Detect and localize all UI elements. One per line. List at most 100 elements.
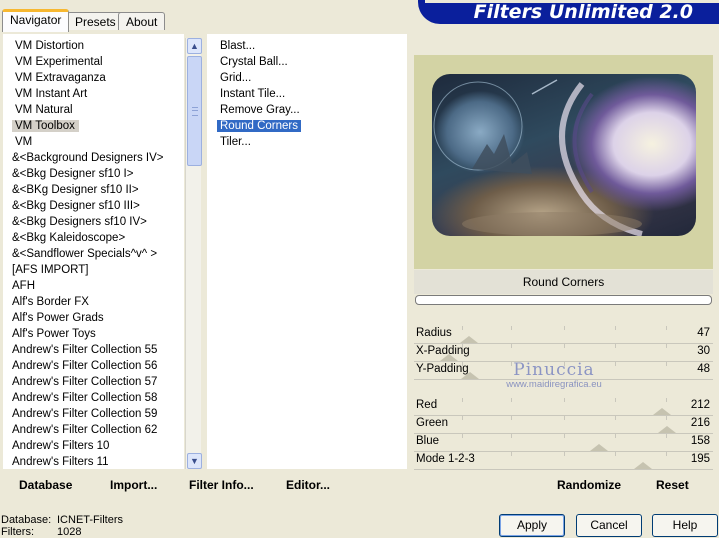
category-item[interactable]: &<Bkg Designers sf10 IV> bbox=[3, 214, 184, 230]
filter-list[interactable]: Blast... Crystal Ball... Grid... Instant Ti… bbox=[207, 34, 407, 469]
category-item[interactable]: VM bbox=[3, 134, 184, 150]
category-item-label: Andrew's Filter Collection 62 bbox=[12, 424, 158, 436]
category-item-label: Andrew's Filter Collection 58 bbox=[12, 392, 158, 404]
filter-item-label: Grid... bbox=[220, 72, 252, 84]
slider-thumb[interactable] bbox=[633, 462, 652, 469]
help-button[interactable]: Help bbox=[652, 514, 718, 537]
param-value: 216 bbox=[690, 417, 710, 429]
param-value: 30 bbox=[697, 345, 710, 357]
param-value: 195 bbox=[690, 453, 710, 465]
category-item[interactable]: Andrew's Filters 10 bbox=[3, 438, 184, 454]
slider-thumb[interactable] bbox=[653, 408, 672, 415]
filter-item[interactable]: Tiler... bbox=[207, 134, 407, 150]
category-item-label: Andrew's Filters 11 bbox=[12, 456, 109, 468]
reset-link[interactable]: Reset bbox=[656, 478, 689, 492]
category-item[interactable]: Andrew's Filter Collection 59 bbox=[3, 406, 184, 422]
param-slider[interactable]: Blue 158 bbox=[414, 434, 713, 452]
scroll-thumb[interactable] bbox=[187, 56, 202, 166]
category-item[interactable]: VM Extravaganza bbox=[3, 70, 184, 86]
category-item[interactable]: Andrew's Filters 11 bbox=[3, 454, 184, 469]
cancel-button[interactable]: Cancel bbox=[576, 514, 642, 537]
status-filters-value: 1028 bbox=[57, 526, 82, 538]
category-item-label: Andrew's Filter Collection 56 bbox=[12, 360, 158, 372]
param-value: 158 bbox=[690, 435, 710, 447]
slider-thumb[interactable] bbox=[658, 426, 677, 433]
watermark-url: www.maidiregrafica.eu bbox=[506, 379, 602, 390]
category-item[interactable]: VM Natural bbox=[3, 102, 184, 118]
tab-presets[interactable]: Presets bbox=[67, 12, 124, 30]
category-item[interactable]: Alf's Border FX bbox=[3, 294, 184, 310]
slider-tick bbox=[564, 452, 565, 456]
database-link[interactable]: Database bbox=[19, 478, 72, 492]
category-item[interactable]: Alf's Power Toys bbox=[3, 326, 184, 342]
filter-item-label: Tiler... bbox=[220, 136, 251, 148]
filter-item[interactable]: Remove Gray... bbox=[207, 102, 407, 118]
param-label: Red bbox=[416, 399, 438, 411]
category-item[interactable]: VM Toolbox bbox=[3, 118, 184, 134]
slider-thumb[interactable] bbox=[590, 444, 609, 451]
filter-info-link[interactable]: Filter Info... bbox=[189, 478, 254, 492]
slider-tick bbox=[615, 398, 616, 402]
filter-item-label: Remove Gray... bbox=[220, 104, 300, 116]
category-item[interactable]: Andrew's Filter Collection 58 bbox=[3, 390, 184, 406]
slider-thumb[interactable] bbox=[461, 372, 480, 379]
category-item[interactable]: VM Distortion bbox=[3, 38, 184, 54]
filter-item[interactable]: Crystal Ball... bbox=[207, 54, 407, 70]
category-item[interactable]: &<Bkg Designer sf10 I> bbox=[3, 166, 184, 182]
category-item[interactable]: &<BKg Designer sf10 II> bbox=[3, 182, 184, 198]
category-item[interactable]: VM Instant Art bbox=[3, 86, 184, 102]
category-item[interactable]: VM Experimental bbox=[3, 54, 184, 70]
editor-link[interactable]: Editor... bbox=[286, 478, 330, 492]
category-item[interactable]: Andrew's Filter Collection 55 bbox=[3, 342, 184, 358]
param-slider[interactable]: Y-Padding 48 bbox=[414, 362, 713, 380]
param-slider[interactable]: Radius 47 bbox=[414, 326, 713, 344]
status-database-value: ICNET-Filters bbox=[57, 514, 123, 526]
preview-caption: Round Corners bbox=[414, 270, 713, 294]
tab-navigator[interactable]: Navigator bbox=[2, 9, 70, 32]
slider-thumb[interactable] bbox=[440, 354, 459, 361]
category-item[interactable]: &<Background Designers IV> bbox=[3, 150, 184, 166]
category-item[interactable]: Alf's Power Grads bbox=[3, 310, 184, 326]
slider-thumb[interactable] bbox=[460, 336, 479, 343]
param-slider[interactable]: Green 216 bbox=[414, 416, 713, 434]
filter-item[interactable]: Round Corners bbox=[207, 118, 407, 134]
category-item-label: AFH bbox=[12, 280, 35, 292]
filter-item[interactable]: Grid... bbox=[207, 70, 407, 86]
scroll-up-button[interactable]: ▲ bbox=[187, 38, 202, 54]
filter-item[interactable]: Instant Tile... bbox=[207, 86, 407, 102]
slider-ticks bbox=[414, 326, 713, 330]
import-link[interactable]: Import... bbox=[110, 478, 157, 492]
category-item-label: Alf's Power Toys bbox=[12, 328, 96, 340]
status-database: Database: ICNET-Filters bbox=[1, 514, 123, 526]
param-slider[interactable]: X-Padding 30 bbox=[414, 344, 713, 362]
category-scrollbar[interactable]: ▲ ▼ bbox=[185, 38, 202, 469]
category-item[interactable]: Andrew's Filter Collection 62 bbox=[3, 422, 184, 438]
filter-item[interactable]: Blast... bbox=[207, 38, 407, 54]
category-item-label: VM Toolbox bbox=[12, 120, 79, 132]
slider-tick bbox=[564, 398, 565, 402]
category-item[interactable]: Andrew's Filter Collection 56 bbox=[3, 358, 184, 374]
category-item[interactable]: Andrew's Filter Collection 57 bbox=[3, 374, 184, 390]
tab-about[interactable]: About bbox=[118, 12, 166, 30]
slider-track[interactable] bbox=[414, 379, 713, 380]
category-item[interactable]: &<Sandflower Specials^v^ > bbox=[3, 246, 184, 262]
param-value: 48 bbox=[697, 363, 710, 375]
param-slider[interactable]: Red 212 bbox=[414, 398, 713, 416]
category-item[interactable]: &<Bkg Designer sf10 III> bbox=[3, 198, 184, 214]
param-label: Blue bbox=[416, 435, 440, 447]
slider-track[interactable] bbox=[414, 469, 713, 470]
randomize-link[interactable]: Randomize bbox=[557, 478, 621, 492]
category-item[interactable]: &<Bkg Kaleidoscope> bbox=[3, 230, 184, 246]
param-slider[interactable]: Mode 1-2-3 195 bbox=[414, 452, 713, 470]
scroll-down-button[interactable]: ▼ bbox=[187, 453, 202, 469]
category-list[interactable]: VM Distortion VM Experimental VM Extravaga… bbox=[3, 34, 184, 469]
category-item[interactable]: AFH bbox=[3, 278, 184, 294]
category-item-label: Alf's Power Grads bbox=[12, 312, 104, 324]
category-item-label: &<Bkg Designer sf10 III> bbox=[12, 200, 140, 212]
param-label: Green bbox=[416, 417, 448, 429]
category-item-label: &<Sandflower Specials^v^ > bbox=[12, 248, 158, 260]
category-item-label: Andrew's Filter Collection 59 bbox=[12, 408, 158, 420]
category-item[interactable]: [AFS IMPORT] bbox=[3, 262, 184, 278]
apply-button[interactable]: Apply bbox=[499, 514, 565, 537]
app-title-banner: Filters Unlimited 2.0 bbox=[418, 0, 719, 24]
